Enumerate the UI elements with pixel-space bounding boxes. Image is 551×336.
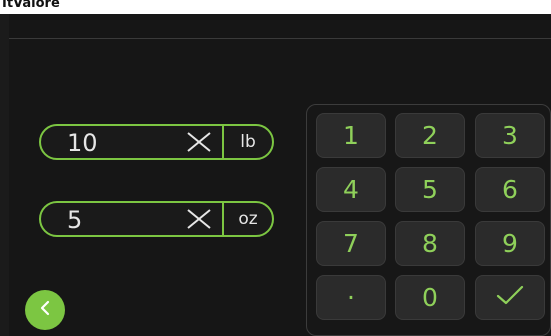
back-button[interactable]: [25, 290, 65, 330]
pounds-input-field[interactable]: 10 lb: [39, 124, 274, 160]
numeric-keypad: 1 2 3 4 5 6 7 8 9 · 0: [306, 104, 551, 336]
key-8[interactable]: 8: [395, 221, 465, 266]
key-9[interactable]: 9: [475, 221, 545, 266]
key-6[interactable]: 6: [475, 167, 545, 212]
ounces-input-field[interactable]: 5 oz: [39, 201, 274, 237]
key-decimal[interactable]: ·: [316, 275, 386, 320]
pounds-value: 10: [67, 129, 98, 157]
clear-icon[interactable]: [185, 131, 213, 153]
confirm-button[interactable]: [475, 275, 545, 320]
key-4[interactable]: 4: [316, 167, 386, 212]
clear-icon[interactable]: [185, 208, 213, 230]
pounds-unit-button[interactable]: lb: [224, 126, 272, 158]
key-0[interactable]: 0: [395, 275, 465, 320]
top-bar: ItValore: [0, 0, 551, 14]
page-title: ItValore: [2, 0, 60, 11]
header-divider: [9, 38, 551, 39]
key-7[interactable]: 7: [316, 221, 386, 266]
key-5[interactable]: 5: [395, 167, 465, 212]
key-1[interactable]: 1: [316, 113, 386, 158]
check-icon: [495, 283, 525, 312]
ounces-value: 5: [67, 206, 83, 234]
chevron-left-icon: [37, 299, 53, 321]
key-3[interactable]: 3: [475, 113, 545, 158]
key-2[interactable]: 2: [395, 113, 465, 158]
ounces-unit-button[interactable]: oz: [224, 203, 272, 235]
